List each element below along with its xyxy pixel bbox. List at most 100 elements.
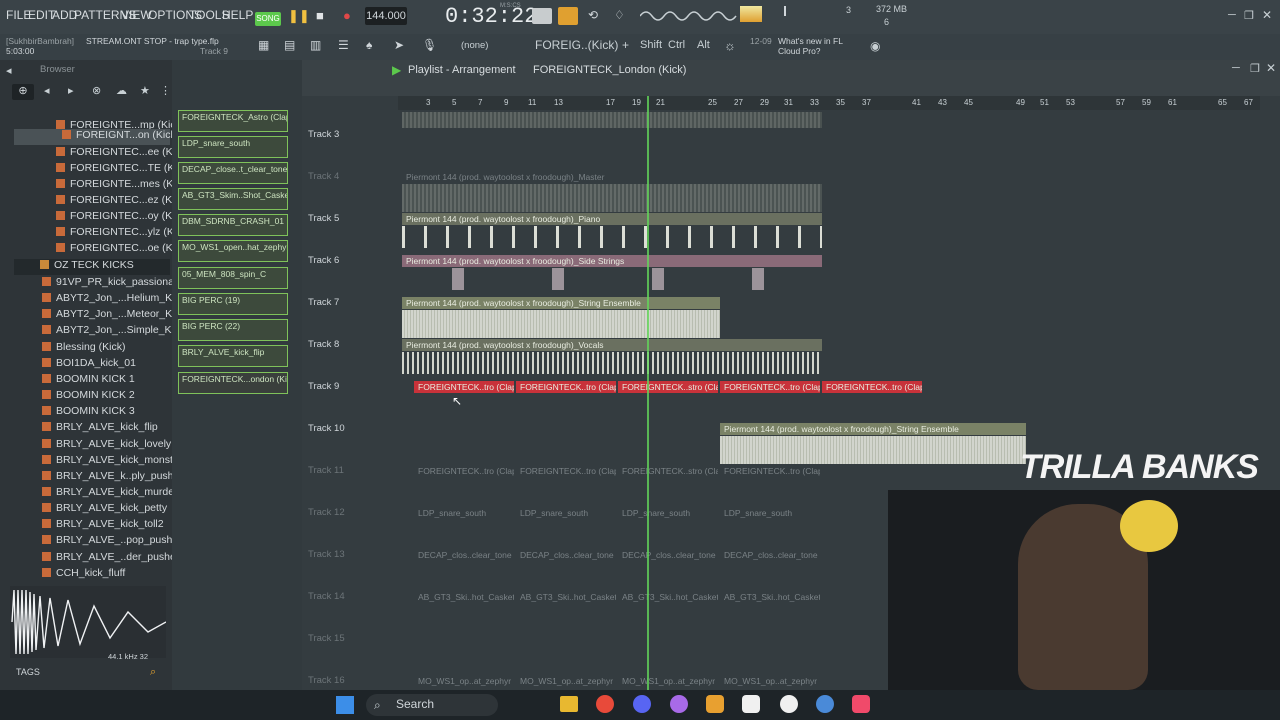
- pattern-clip-snare[interactable]: LDP_snare_south: [414, 507, 514, 519]
- shift-key[interactable]: Shift: [640, 39, 662, 51]
- fl-studio-icon[interactable]: [706, 695, 724, 713]
- browser-kick-item[interactable]: ABYT2_Jon_...Simple_Kick: [42, 324, 184, 340]
- news-icon[interactable]: ☼: [724, 38, 736, 53]
- browser-plugin-icon[interactable]: ⊗: [92, 84, 101, 97]
- audio-clip-side-strings[interactable]: Piermont 144 (prod. waytoolost x froodou…: [402, 255, 822, 267]
- playlist-close-icon[interactable]: ✕: [1266, 61, 1276, 75]
- browser-back-icon[interactable]: ◂: [44, 84, 50, 97]
- pattern-clip-muted[interactable]: FOREIGNTECK..tro (Clap): [720, 465, 820, 477]
- track-label[interactable]: Track 10: [308, 423, 345, 434]
- pattern-clip-mows[interactable]: MO_WS1_op..at_zephyr: [516, 675, 616, 687]
- browser-kick-item[interactable]: ABYT2_Jon_...Meteor_Kick: [42, 308, 185, 324]
- tags-label[interactable]: TAGS: [16, 667, 40, 677]
- channel-button-selected[interactable]: FOREIGNTECK...ondon (Kick): [178, 372, 288, 394]
- browser-kick-item[interactable]: CCH_kick_fluff: [42, 567, 125, 583]
- loop-icon[interactable]: ⟲: [588, 8, 598, 22]
- browser-forward-icon[interactable]: ▸: [68, 84, 74, 97]
- song-mode-toggle[interactable]: SONG: [255, 12, 281, 26]
- browser-kick-item[interactable]: BRLY_ALVE_kick_murder: [42, 486, 178, 502]
- browser-kick-item[interactable]: ABYT2_Jon_...Helium_Kick: [42, 292, 185, 308]
- track-label[interactable]: Track 15: [308, 633, 345, 644]
- pattern-clip-clap[interactable]: FOREIGNTECK..tro (Clap): [516, 381, 616, 393]
- pattern-clip-snare[interactable]: LDP_snare_south: [516, 507, 616, 519]
- channel-button[interactable]: DECAP_close..t_clear_tone: [178, 162, 288, 184]
- chrome-icon[interactable]: [596, 695, 614, 713]
- browser-kick-item[interactable]: BOOMIN KICK 2: [42, 389, 135, 405]
- browser-kick-item[interactable]: BRLY_ALVE_kick_toll2: [42, 518, 164, 534]
- audio-clip-master[interactable]: Piermont 144 (prod. waytoolost x froodou…: [402, 171, 822, 183]
- playhead[interactable]: [647, 96, 649, 690]
- playlist-icon[interactable]: ▦: [258, 38, 269, 52]
- channel-button[interactable]: LDP_snare_south: [178, 136, 288, 158]
- pattern-clip-muted[interactable]: FOREIGNTECK..tro (Clap): [414, 465, 514, 477]
- metronome-icon[interactable]: ♢: [614, 8, 625, 22]
- browser-kick-item[interactable]: BOOMIN KICK 3: [42, 405, 135, 421]
- audio-clip-waveform[interactable]: [402, 112, 822, 128]
- stop-icon[interactable]: ■: [316, 8, 324, 23]
- track-label[interactable]: Track 13: [308, 549, 345, 560]
- globe-icon[interactable]: ◉: [870, 39, 880, 53]
- channel-button[interactable]: BRLY_ALVE_kick_flip: [178, 345, 288, 367]
- discord-icon[interactable]: [633, 695, 651, 713]
- track-label[interactable]: Track 9: [308, 381, 339, 392]
- audio-clip-waveform[interactable]: [402, 226, 822, 248]
- track-label[interactable]: Track 5: [308, 213, 339, 224]
- pattern-clip-abgt[interactable]: AB_GT3_Ski..hot_Casket: [414, 591, 514, 603]
- play-arrow-icon[interactable]: ▶: [392, 63, 401, 77]
- search-icon[interactable]: ⌕: [150, 666, 156, 679]
- channel-button[interactable]: DBM_SDRNB_CRASH_01: [178, 214, 288, 236]
- pattern-clip-clap[interactable]: FOREIGNTECK..tro (Clap): [414, 381, 514, 393]
- browser-file-item-selected[interactable]: FOREIGNT...on (Kick): [14, 129, 179, 145]
- track-label[interactable]: Track 12: [308, 507, 345, 518]
- browser-star-icon[interactable]: ★: [140, 84, 150, 97]
- browser-kick-item[interactable]: BRLY_ALVE_..der_pushed: [42, 551, 182, 567]
- browser-file-item[interactable]: FOREIGNTEC...TE (Kick): [56, 162, 191, 178]
- track-label[interactable]: Track 3: [308, 129, 339, 140]
- time-ruler[interactable]: 3 5 7 9 11 13 17 19 21 25 27 29 31 33 35…: [398, 96, 1260, 110]
- app-icon[interactable]: [670, 695, 688, 713]
- step-mode-icon[interactable]: [558, 7, 578, 25]
- playlist-minimize-icon[interactable]: ─: [1232, 62, 1240, 74]
- browser-kick-item[interactable]: BRLY_ALVE_kick_petty: [42, 502, 167, 518]
- collapse-icon[interactable]: ◂: [6, 64, 12, 77]
- channel-button[interactable]: BIG PERC (19): [178, 293, 288, 315]
- audio-clip-string-ensemble-2[interactable]: Piermont 144 (prod. waytoolost x froodou…: [720, 423, 1026, 435]
- audio-clip-vocals[interactable]: Piermont 144 (prod. waytoolost x froodou…: [402, 339, 822, 351]
- microphone-icon[interactable]: 🎙: [422, 38, 437, 52]
- pattern-clip-snare[interactable]: LDP_snare_south: [720, 507, 820, 519]
- channel-button[interactable]: AB_GT3_Skim..Shot_Casket: [178, 188, 288, 210]
- browser-cloud-icon[interactable]: ☁: [116, 84, 127, 97]
- windows-start-icon[interactable]: [336, 696, 354, 714]
- pause-icon[interactable]: ❚❚: [288, 8, 310, 24]
- channel-button[interactable]: MO_WS1_open..hat_zephyr: [178, 240, 288, 262]
- record-icon[interactable]: ●: [343, 8, 351, 23]
- pattern-clip-clap[interactable]: FOREIGNTECK..tro (Clap): [822, 381, 922, 393]
- pattern-clip-abgt[interactable]: AB_GT3_Ski..hot_Casket: [720, 591, 820, 603]
- browser-file-item[interactable]: FOREIGNTEC...ee (Kick): [56, 146, 189, 162]
- pattern-clip-mows[interactable]: MO_WS1_op..at_zephyr: [618, 675, 718, 687]
- pattern-clip-muted[interactable]: FOREIGNTECK..tro (Clap): [516, 465, 616, 477]
- browser-kick-item[interactable]: BRLY_ALVE_kick_monster: [42, 454, 182, 470]
- pattern-clip-abgt[interactable]: AB_GT3_Ski..hot_Casket: [618, 591, 718, 603]
- audio-clip-waveform[interactable]: [402, 184, 822, 212]
- browser-kick-item[interactable]: BOOMIN KICK 1: [42, 373, 135, 389]
- track-label[interactable]: Track 16: [308, 675, 345, 686]
- browser-kick-item[interactable]: 91VP_PR_kick_passionate: [42, 276, 183, 292]
- browser-folder[interactable]: OZ TECK KICKS: [14, 259, 170, 275]
- file-explorer-icon[interactable]: [560, 696, 578, 712]
- close-icon[interactable]: ✕: [1262, 8, 1272, 22]
- audio-clip-piano[interactable]: Piermont 144 (prod. waytoolost x froodou…: [402, 213, 822, 225]
- track-label[interactable]: Track 6: [308, 255, 339, 266]
- pattern-clip-muted[interactable]: FOREIGNTECK..stro (Clap): [618, 465, 718, 477]
- audio-clip-waveform[interactable]: [402, 268, 822, 290]
- channel-button[interactable]: BIG PERC (22): [178, 319, 288, 341]
- browser-more-icon[interactable]: ⋮: [160, 84, 171, 97]
- browser-kick-item[interactable]: BRLY_ALVE_..pop_pushed: [42, 534, 184, 550]
- audio-clip-waveform[interactable]: [402, 310, 720, 338]
- tempo-display[interactable]: 144.000: [365, 7, 407, 25]
- channel-button[interactable]: 05_MEM_808_spin_C: [178, 267, 288, 289]
- plugin-icon[interactable]: ♠: [366, 38, 372, 52]
- restore-icon[interactable]: ❐: [1244, 9, 1254, 22]
- browser-file-item[interactable]: FOREIGNTEC...oy (Kick): [56, 210, 188, 226]
- pattern-none-select[interactable]: (none): [461, 40, 488, 51]
